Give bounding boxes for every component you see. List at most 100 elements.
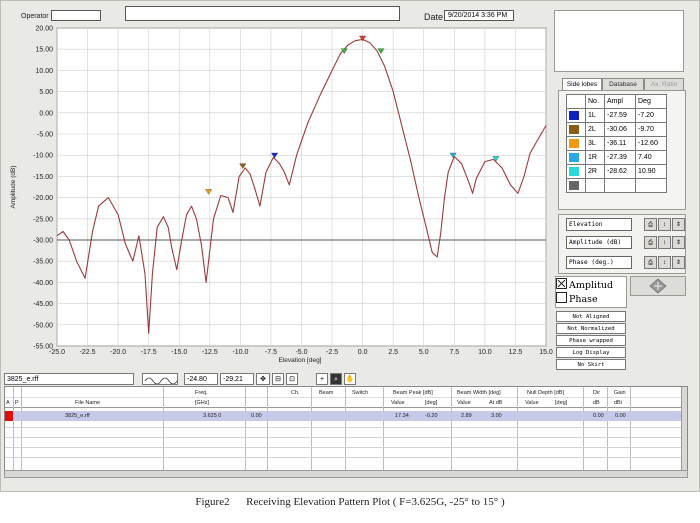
zoom-fit-icon[interactable]: ⇕ <box>672 256 685 269</box>
x-tick-label: -10.0 <box>232 349 248 356</box>
log-display-button[interactable]: Log Display <box>556 347 626 358</box>
move-icon[interactable]: ✥ <box>256 373 270 385</box>
horizontal-scrollbar[interactable] <box>4 470 688 478</box>
y-tick-label: 0.00 <box>39 110 53 117</box>
x-tick-label: -17.5 <box>141 349 157 356</box>
file-name-field[interactable]: 3825_e.rff <box>4 373 134 385</box>
tab-database[interactable]: Database <box>602 78 644 90</box>
lobe-no: 1L <box>585 108 605 123</box>
x-tick-label: -2.5 <box>326 349 338 356</box>
x-tick-label: -7.5 <box>265 349 277 356</box>
x-axis-label: Elevation [deg] <box>278 357 321 364</box>
y-tick-label: -10.00 <box>33 153 53 160</box>
phase-check-label: Phase <box>569 294 598 305</box>
zoom-tool-icon[interactable]: ⌕ <box>330 373 342 385</box>
table-header-no: No. <box>585 94 605 109</box>
color-swatch <box>569 167 579 176</box>
unchecked-box-icon <box>556 292 567 303</box>
vertical-scrollbar[interactable] <box>681 387 687 470</box>
pattern-plot[interactable]: -25.0 -22.5 -20.0 -17.5 -15.0 -12.5 -10.0 -7.5-… <box>0 0 560 372</box>
print-icon[interactable]: ⎙ <box>644 218 657 231</box>
table-row[interactable] <box>5 411 687 421</box>
table-row[interactable]: 3L -36.11 -12.60 <box>566 136 667 151</box>
color-swatch <box>569 111 579 120</box>
amplitude-field[interactable]: Amplitude (dB) <box>566 236 632 249</box>
tab-ax-ratio[interactable]: Ax. Ratio <box>644 78 684 90</box>
lock-icon[interactable]: ⊡ <box>286 373 298 385</box>
col-beam-width: Beam Width [deg] <box>457 390 501 396</box>
col-bw-at: At dB <box>489 400 503 406</box>
lobe-no: 2R <box>585 164 605 179</box>
ruler-icon[interactable]: ⊟ <box>272 373 284 385</box>
lobe-deg <box>635 178 667 193</box>
x-tick-label: 7.5 <box>449 349 459 356</box>
col-freq: Freq. <box>195 390 208 396</box>
x-tick-label: -5.0 <box>295 349 307 356</box>
col-nd-value: Value <box>525 400 539 406</box>
zoom-fit-icon[interactable]: ⇕ <box>672 236 685 249</box>
row-file-name: 3825_e.rff <box>65 413 90 419</box>
not-normalized-button[interactable]: Not Normalized <box>556 323 626 334</box>
table-header-ampl: Ampl <box>604 94 636 109</box>
col-bw-value: Value <box>457 400 471 406</box>
nav-pad[interactable] <box>630 276 686 296</box>
lobe-ampl: -28.62 <box>604 164 636 179</box>
table-row[interactable]: 1L -27.59 -7.20 <box>566 108 667 123</box>
phase-field[interactable]: Phase (deg.) <box>566 256 632 269</box>
col-gain: Gain <box>614 390 626 396</box>
row-bp-deg: -0.20 <box>425 413 438 419</box>
color-swatch <box>569 139 579 148</box>
amplitude-check[interactable]: Amplitud <box>556 278 626 292</box>
col-bp-value: Value <box>391 400 405 406</box>
table-row[interactable]: 2L -30.06 -9.70 <box>566 122 667 137</box>
row-gain: 0.00 <box>615 413 626 419</box>
cursor-x-field[interactable]: -24.80 <box>184 373 218 385</box>
x-tick-label: 2.5 <box>388 349 398 356</box>
row-bw-value: 2.89 <box>461 413 472 419</box>
lobe-deg: -12.60 <box>635 136 667 151</box>
table-row[interactable] <box>566 178 667 193</box>
crosshair-icon[interactable]: + <box>316 373 328 385</box>
wave-icon[interactable] <box>142 373 178 385</box>
cursor-y-field[interactable]: -29.21 <box>220 373 254 385</box>
col-switch: Switch <box>352 390 369 396</box>
tab-side-lobes[interactable]: Side lobes <box>562 78 602 90</box>
zoom-icon[interactable]: ↕ <box>658 256 671 269</box>
phase-check[interactable]: Phase <box>556 292 626 306</box>
col-dir: Dir <box>593 390 601 396</box>
results-table: A P File Name Freq. [GHz] Ch. Beam Switc… <box>4 386 688 471</box>
col-gain-unit: dBi <box>614 400 622 406</box>
side-lobe-table: No. Ampl Deg 1L -27.59 -7.20 2L -30.06 -… <box>566 94 667 193</box>
y-tick-label: -20.00 <box>33 195 53 202</box>
table-row[interactable]: 2R -28.62 10.90 <box>566 164 667 179</box>
row-status-marker <box>5 411 13 421</box>
color-swatch <box>569 181 579 190</box>
col-nd-deg: [deg] <box>555 400 568 406</box>
not-aligned-button[interactable]: Not Aligned <box>556 311 626 322</box>
lobe-ampl <box>604 178 636 193</box>
row-freq: 3.625 0 <box>203 413 222 419</box>
elevation-field[interactable]: Elevation <box>566 218 632 231</box>
x-tick-labels: -25.0 -22.5 -20.0 -17.5 -15.0 -12.5 -10.0 -7.5-… <box>49 349 553 356</box>
zoom-fit-icon[interactable]: ⇕ <box>672 218 685 231</box>
pan-hand-icon[interactable]: ✋ <box>344 373 356 385</box>
lobe-no: 3L <box>585 136 605 151</box>
lobe-ampl: -27.59 <box>604 108 636 123</box>
y-tick-label: 15.00 <box>35 47 53 54</box>
x-tick-label: 15.0 <box>539 349 553 356</box>
table-row[interactable]: 1R -27.39 7.40 <box>566 150 667 165</box>
y-tick-label: -5.00 <box>37 132 53 139</box>
lobe-deg: 10.90 <box>635 164 667 179</box>
print-icon[interactable]: ⎙ <box>644 256 657 269</box>
color-swatch <box>569 125 579 134</box>
x-tick-label: -22.5 <box>80 349 96 356</box>
x-tick-label: 10.0 <box>478 349 492 356</box>
phase-wrapped-button[interactable]: Phase wrapped <box>556 335 626 346</box>
zoom-icon[interactable]: ↕ <box>658 236 671 249</box>
color-swatch <box>569 153 579 162</box>
checked-box-icon <box>556 278 567 289</box>
no-skirt-button[interactable]: No Skirt <box>556 359 626 370</box>
print-icon[interactable]: ⎙ <box>644 236 657 249</box>
lobe-deg: -9.70 <box>635 122 667 137</box>
zoom-icon[interactable]: ↕ <box>658 218 671 231</box>
